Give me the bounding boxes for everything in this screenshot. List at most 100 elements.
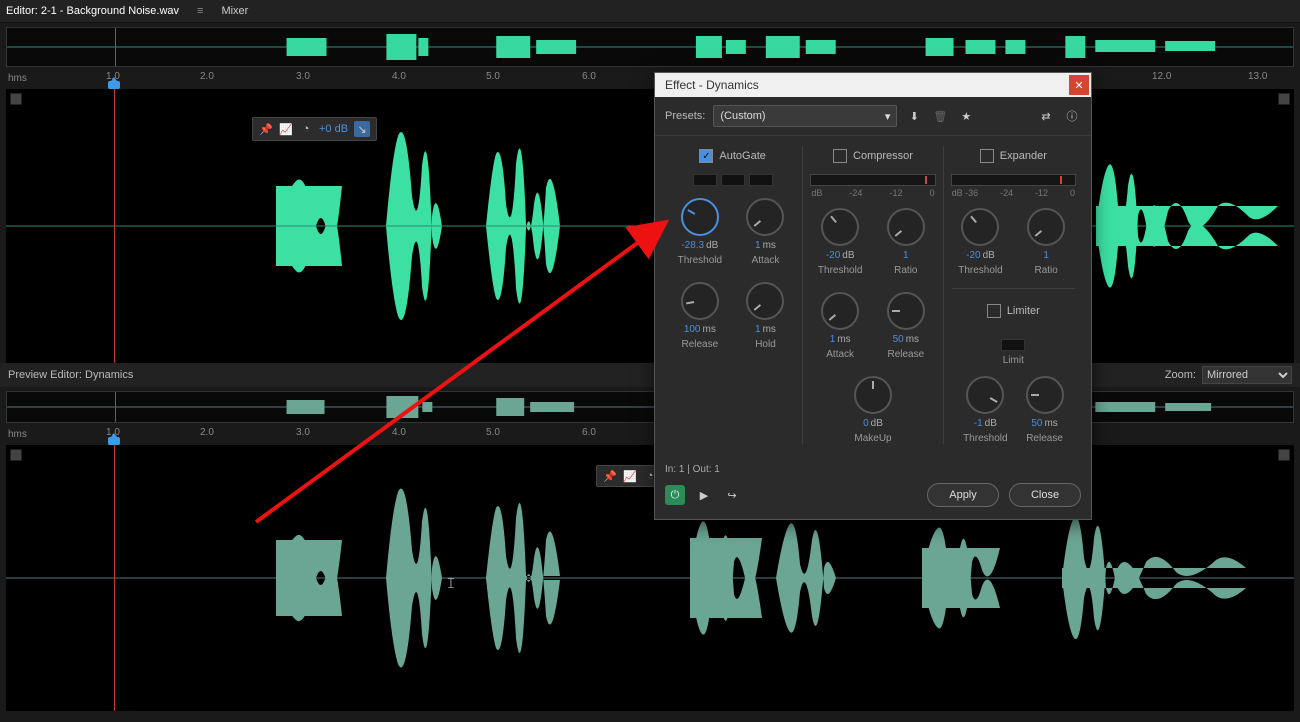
expander-threshold-value[interactable]: -20 (966, 250, 980, 261)
delete-preset-icon[interactable]: 🗑 (931, 107, 949, 125)
timeline-tick: 3.0 (296, 71, 310, 82)
knob-label: Hold (755, 339, 776, 350)
knob-label: Release (681, 339, 718, 350)
timeline-preview[interactable]: hms 1.0 2.0 3.0 4.0 5.0 6.0 (6, 427, 1294, 445)
section-expander: Expander dB -36-24-120 -20dBThreshold 1R… (944, 146, 1083, 444)
hud-db-value[interactable]: +0 dB (319, 123, 348, 135)
autogate-hold-knob[interactable] (746, 282, 784, 320)
zoom-select[interactable]: Mirrored (1202, 366, 1292, 384)
text-cursor-icon: 𝙸 (446, 575, 456, 592)
timeline-tick: 6.0 (582, 427, 596, 438)
autogate-attack-knob[interactable] (746, 198, 784, 236)
limiter-threshold-knob[interactable] (966, 376, 1004, 414)
channel-toggle-tr[interactable] (1278, 93, 1290, 105)
dialog-title: Effect - Dynamics (665, 78, 759, 92)
expander-checkbox[interactable] (980, 149, 994, 163)
compressor-ratio-knob[interactable] (887, 208, 925, 246)
timeline-tick: 2.0 (200, 427, 214, 438)
compressor-attack-value[interactable]: 1 (830, 334, 836, 345)
compressor-label: Compressor (853, 150, 913, 162)
knob-label: Release (887, 349, 924, 360)
compressor-makeup-knob[interactable] (854, 376, 892, 414)
expander-meter (951, 174, 1076, 186)
timeline-tick: 6.0 (582, 71, 596, 82)
compressor-threshold-value[interactable]: -20 (826, 250, 840, 261)
timeline-top[interactable]: hms 1.0 2.0 3.0 4.0 5.0 6.0 12.0 13.0 (6, 71, 1294, 89)
close-icon[interactable]: ✕ (1069, 75, 1089, 95)
autogate-label: AutoGate (719, 150, 765, 162)
autogate-threshold-value[interactable]: -28.3 (681, 240, 704, 251)
knob-label: Attack (826, 349, 854, 360)
loop-icon[interactable]: ↪ (723, 486, 741, 504)
compressor-attack-knob[interactable] (821, 292, 859, 330)
playhead[interactable] (114, 89, 115, 363)
compressor-checkbox[interactable] (833, 149, 847, 163)
volume-graph-icon[interactable]: 📈 (279, 122, 293, 136)
autogate-attack-value[interactable]: 1 (755, 240, 761, 251)
limiter-checkbox[interactable] (987, 304, 1001, 318)
timeline-unit: hms (8, 429, 27, 440)
preview-overview[interactable] (6, 391, 1294, 423)
preview-waveform[interactable]: 📌 📈 ◔ +0 𝙸 (6, 445, 1294, 711)
compressor-threshold-knob[interactable] (821, 208, 859, 246)
tab-editor[interactable]: Editor: 2-1 - Background Noise.wav (6, 5, 179, 17)
expander-ratio-knob[interactable] (1027, 208, 1065, 246)
timeline-tick: 5.0 (486, 427, 500, 438)
hud-pin-button[interactable]: ↘ (354, 121, 370, 137)
autogate-release-value[interactable]: 100 (684, 324, 701, 335)
section-limiter: Limiter Limit -1dBThreshold 50msRelease (952, 288, 1075, 444)
preview-overview-playhead[interactable] (115, 392, 116, 422)
preview-playhead[interactable] (114, 445, 115, 711)
timeline-marker[interactable] (108, 437, 120, 445)
expander-threshold-knob[interactable] (961, 208, 999, 246)
channel-toggle-tl[interactable] (10, 449, 22, 461)
autogate-hold-value[interactable]: 1 (755, 324, 761, 335)
main-waveform[interactable]: 📌 📈 ◔ +0 dB ↘ (6, 89, 1294, 363)
section-autogate: ✓AutoGate -28.3dBThreshold 1msAttack 100… (663, 146, 803, 444)
power-button[interactable]: ⏻ (665, 485, 685, 505)
tab-menu-icon[interactable]: ≡ (197, 5, 203, 17)
preview-header: Preview Editor: Dynamics Zoom: Mirrored (0, 363, 1300, 387)
autogate-checkbox[interactable]: ✓ (699, 149, 713, 163)
compressor-ratio-value[interactable]: 1 (903, 250, 909, 261)
expander-ratio-value[interactable]: 1 (1043, 250, 1049, 261)
compressor-makeup-value[interactable]: 0 (863, 418, 869, 429)
favorite-icon[interactable]: ★ (957, 107, 975, 125)
timeline-tick: 12.0 (1152, 71, 1171, 82)
timeline-marker[interactable] (108, 81, 120, 89)
apply-button[interactable]: Apply (927, 483, 999, 507)
presets-select[interactable]: (Custom) ▾ (713, 105, 897, 127)
clock-icon[interactable]: ◔ (299, 122, 313, 136)
limiter-threshold-value[interactable]: -1 (974, 418, 983, 429)
preview-title: Preview Editor: Dynamics (8, 369, 133, 381)
info-icon[interactable]: ⓘ (1063, 107, 1081, 125)
autogate-release-knob[interactable] (681, 282, 719, 320)
knob-label: Ratio (894, 265, 917, 276)
knob-label: Threshold (678, 255, 722, 266)
limiter-release-value[interactable]: 50 (1031, 418, 1042, 429)
save-preset-icon[interactable]: ⬇ (905, 107, 923, 125)
autogate-threshold-knob[interactable] (681, 198, 719, 236)
knob-label: Threshold (958, 265, 1002, 276)
limiter-release-knob[interactable] (1026, 376, 1064, 414)
close-button[interactable]: Close (1009, 483, 1081, 507)
pin-icon[interactable]: 📌 (259, 122, 273, 136)
compressor-release-knob[interactable] (887, 292, 925, 330)
tab-mixer[interactable]: Mixer (221, 5, 248, 17)
expander-label: Expander (1000, 150, 1047, 162)
compressor-release-value[interactable]: 50 (893, 334, 904, 345)
knob-label: Ratio (1034, 265, 1057, 276)
volume-graph-icon[interactable]: 📈 (623, 469, 637, 483)
routing-icon[interactable]: ⇄ (1037, 107, 1055, 125)
overview-waveform[interactable] (6, 27, 1294, 67)
timeline-tick: 5.0 (486, 71, 500, 82)
timeline-tick: 4.0 (392, 71, 406, 82)
channel-toggle-tl[interactable] (10, 93, 22, 105)
dialog-titlebar[interactable]: Effect - Dynamics ✕ (655, 73, 1091, 97)
play-icon[interactable]: ▶ (695, 486, 713, 504)
overview-playhead[interactable] (115, 28, 116, 66)
pin-icon[interactable]: 📌 (603, 469, 617, 483)
timeline-tick: 13.0 (1248, 71, 1267, 82)
effect-dialog: Effect - Dynamics ✕ Presets: (Custom) ▾ … (654, 72, 1092, 520)
channel-toggle-tr[interactable] (1278, 449, 1290, 461)
